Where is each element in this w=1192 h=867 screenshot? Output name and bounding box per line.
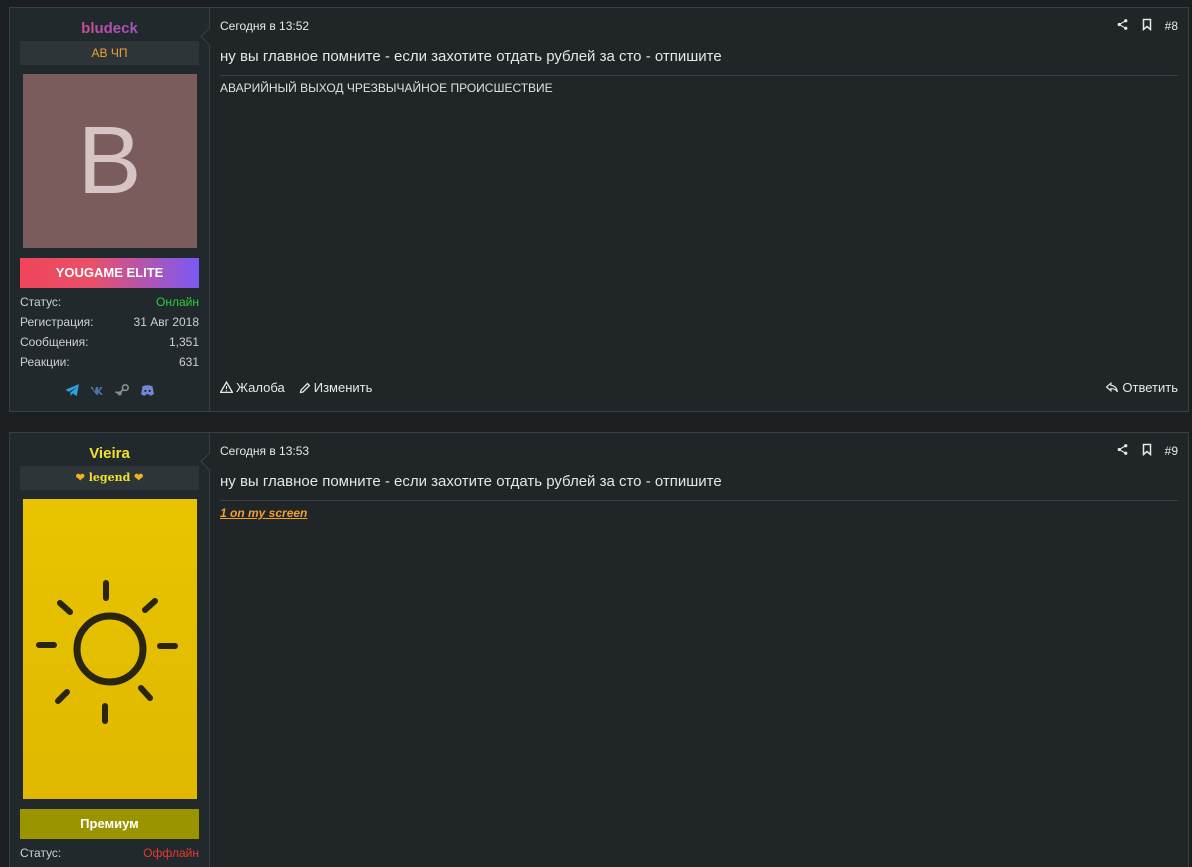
share-icon[interactable] [1116, 443, 1129, 459]
share-icon[interactable] [1116, 18, 1129, 34]
message-header: Сегодня в 13:52 #8 [220, 8, 1178, 44]
edit-label: Изменить [313, 380, 373, 395]
warning-icon [220, 381, 233, 394]
post-date[interactable]: Сегодня в 13:53 [220, 444, 309, 458]
user-banner: Премиум [20, 809, 199, 839]
heart-icon: ❤ [75, 471, 85, 484]
user-title: ❤ legend ❤ [20, 466, 199, 490]
bookmark-icon[interactable] [1141, 443, 1153, 459]
stat-label: Статус: [20, 846, 62, 860]
message-actions: Жалоба Изменить Ответить [220, 380, 1178, 395]
report-button[interactable]: Жалоба [220, 380, 285, 395]
steam-icon[interactable] [114, 382, 131, 399]
stat-value: Оффлайн [143, 846, 199, 860]
message-body: 1 on my screen [220, 506, 1178, 520]
user-stats: Статус: Онлайн Регистрация: 31 Авг 2018 … [20, 292, 199, 372]
sun-drawing-icon [22, 499, 197, 799]
stat-value: 31 Авг 2018 [133, 315, 199, 329]
reply-label: Ответить [1122, 380, 1178, 395]
message-quote: ну вы главное помните - если захотите от… [220, 473, 1178, 501]
post-number[interactable]: #8 [1165, 19, 1178, 33]
stat-messages: Сообщения: 1,351 [20, 332, 199, 352]
user-info: Vieira ❤ legend ❤ Премиум Статус: Оффлай… [10, 433, 210, 867]
stat-status: Статус: Оффлайн [20, 843, 199, 863]
avatar[interactable] [22, 499, 197, 799]
stat-value: 1,351 [168, 335, 199, 349]
stat-label: Сообщения: [20, 335, 89, 349]
stat-label: Статус: [20, 295, 62, 309]
body-link[interactable]: 1 on my screen [220, 506, 307, 520]
user-stats: Статус: Оффлайн [20, 843, 199, 863]
reply-button[interactable]: Ответить [1105, 380, 1178, 395]
post-8: bludeck АВ ЧП B YOUGAME ELITE Статус: Он… [9, 7, 1189, 412]
telegram-icon[interactable] [64, 382, 81, 399]
bookmark-icon[interactable] [1141, 18, 1153, 34]
user-info: bludeck АВ ЧП B YOUGAME ELITE Статус: Он… [10, 8, 210, 411]
message-content: Сегодня в 13:52 #8 ну вы главное помните… [210, 8, 1188, 411]
stat-reactions: Реакции: 631 [20, 352, 199, 372]
pencil-icon [299, 382, 311, 393]
message-content: Сегодня в 13:53 #9 ну вы главное помните… [210, 433, 1188, 867]
reply-icon [1106, 381, 1119, 393]
stat-value: Онлайн [156, 295, 199, 309]
username[interactable]: Vieira [20, 445, 199, 463]
post-number[interactable]: #9 [1165, 444, 1178, 458]
user-banner: YOUGAME ELITE [20, 258, 199, 288]
post-date[interactable]: Сегодня в 13:52 [220, 19, 309, 33]
social-links [20, 382, 199, 399]
stat-status: Статус: Онлайн [20, 292, 199, 312]
username[interactable]: bludeck [20, 20, 199, 38]
stat-label: Регистрация: [20, 315, 94, 329]
message-quote: ну вы главное помните - если захотите от… [220, 48, 1178, 76]
user-title: АВ ЧП [20, 41, 199, 65]
message-body: АВАРИЙНЫЙ ВЫХОД ЧРЕЗВЫЧАЙНОЕ ПРОИСШЕСТВИ… [220, 81, 553, 95]
discord-icon[interactable] [139, 382, 156, 399]
post-9: Vieira ❤ legend ❤ Премиум Статус: Оффлай… [9, 432, 1189, 867]
vk-icon[interactable] [89, 382, 106, 399]
user-title-text: legend [88, 471, 131, 484]
avatar[interactable]: B [22, 74, 197, 248]
report-label: Жалоба [236, 380, 285, 395]
edit-button[interactable]: Изменить [299, 380, 373, 395]
stat-label: Реакции: [20, 355, 70, 369]
stat-value: 631 [178, 355, 199, 369]
message-header: Сегодня в 13:53 #9 [220, 433, 1178, 469]
stat-registration: Регистрация: 31 Авг 2018 [20, 312, 199, 332]
heart-icon: ❤ [134, 471, 144, 484]
avatar-letter: B [77, 107, 142, 214]
